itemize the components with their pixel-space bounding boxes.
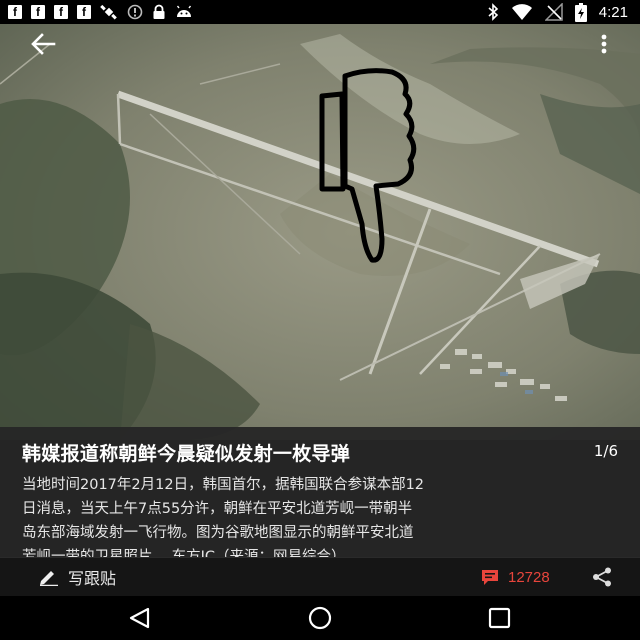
satellite-image [0,24,640,440]
wifi-icon [511,3,533,21]
page-indicator: 1/6 [593,442,618,460]
facebook-icon: f [31,5,45,19]
sync-icon [127,4,143,20]
comment-count: 12728 [508,568,550,586]
satellite-photo[interactable] [0,24,640,440]
write-comment-button[interactable]: 写跟贴 [38,564,116,590]
caption-panel: 韩媒报道称朝鲜今晨疑似发射一枚导弹 1/6 当地时间2017年2月12日，韩国首… [0,427,640,565]
write-comment-label: 写跟贴 [68,569,117,588]
triangle-back-icon [129,607,150,629]
arrow-left-icon [31,33,56,55]
pencil-icon [40,571,58,586]
share-button[interactable] [591,566,613,588]
clock: 4:21 [598,3,628,21]
status-bar: f f f f 4:21 [0,0,640,24]
comments-button[interactable]: 12728 [480,564,550,590]
square-recents-icon [488,607,511,629]
back-button[interactable] [28,30,60,58]
app-bar [0,24,640,62]
bluetooth-icon [487,3,499,21]
navigation-bar [0,596,640,640]
android-icon [175,4,193,20]
facebook-icon: f [54,5,68,19]
more-vertical-icon [601,34,607,54]
caption-line: 日消息，当天上午7点55分许，朝鲜在平安北道芳岘一带朝半 [22,501,413,517]
facebook-icon: f [8,5,22,19]
nav-home-button[interactable] [305,606,335,630]
action-bar: 写跟贴 12728 [0,557,640,596]
comment-icon [482,570,498,585]
no-signal-icon [544,3,563,21]
article-title: 韩媒报道称朝鲜今晨疑似发射一枚导弹 [22,443,351,465]
satellite-icon [100,3,118,21]
circle-home-icon [308,606,332,630]
more-menu-button[interactable] [598,32,610,56]
caption-line: 岛东部海域发射一飞行物。图为谷歌地图显示的朝鲜平安北道 [22,525,414,541]
status-bar-notifications: f f f f [0,0,193,24]
nav-back-button[interactable] [126,606,154,630]
lock-icon [152,4,166,20]
share-icon [593,567,611,587]
nav-recents-button[interactable] [486,606,514,630]
status-bar-system: 4:21 [487,0,640,24]
battery-charging-icon [574,2,587,22]
caption-body: 当地时间2017年2月12日，韩国首尔，据韩国联合参谋本部12 日消息，当天上午… [22,473,620,569]
facebook-icon: f [77,5,91,19]
caption-line: 当地时间2017年2月12日，韩国首尔，据韩国联合参谋本部12 [22,477,425,493]
